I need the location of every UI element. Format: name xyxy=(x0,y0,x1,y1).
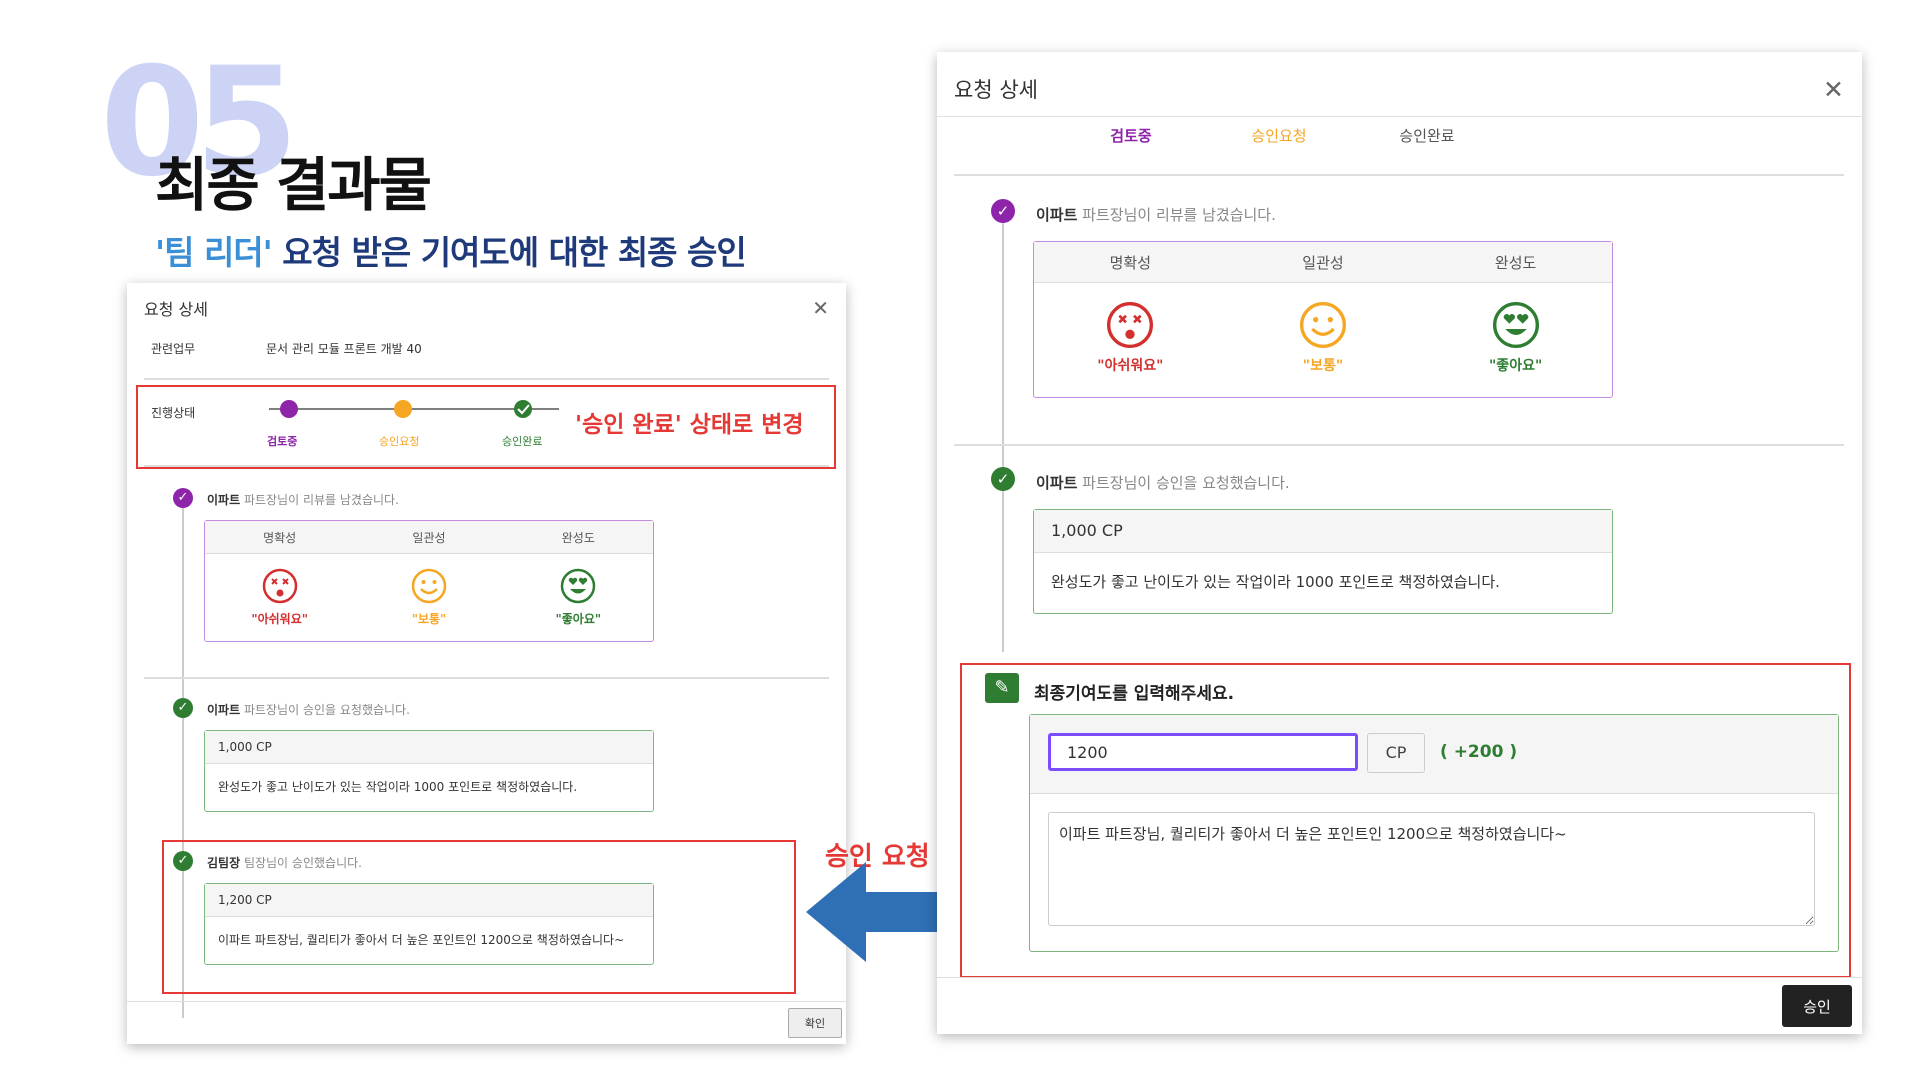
final-comment-textarea[interactable]: 이파트 파트장님, 퀄리티가 좋아서 더 높은 포인트인 1200으로 책정하였… xyxy=(1048,812,1815,926)
reviewer-name: 이파트 xyxy=(207,493,241,507)
request-card: 1,000 CP 완성도가 좋고 난이도가 있는 작업이라 1000 포인트로 … xyxy=(204,730,654,812)
left-arrow-icon xyxy=(806,862,952,962)
criteria-consistency: 일관성 xyxy=(412,530,446,545)
related-task-label: 관련업무 xyxy=(151,342,196,356)
requester-name: 이파트 xyxy=(207,703,241,717)
rating-label-good: "좋아요" xyxy=(555,612,602,626)
request-comment: 완성도가 좋고 난이도가 있는 작업이라 1000 포인트로 책정하였습니다. xyxy=(218,780,578,794)
status-tabs: 검토중 승인요청 승인완료 xyxy=(1057,125,1501,146)
request-comment: 완성도가 좋고 난이도가 있는 작업이라 1000 포인트로 책정하였습니다. xyxy=(1051,573,1500,591)
subtitle-text: 요청 받은 기여도에 대한 최종 승인 xyxy=(271,233,746,272)
check-circle-icon: ✓ xyxy=(991,199,1015,223)
criteria-clarity: 명확성 xyxy=(263,530,297,545)
points-unit: CP xyxy=(1367,733,1425,773)
criteria-completeness: 완성도 xyxy=(561,530,595,545)
check-circle-icon: ✓ xyxy=(173,488,193,508)
approver-name: 김팀장 xyxy=(207,856,241,870)
check-circle-icon: ✓ xyxy=(173,851,193,871)
tab-completed[interactable]: 승인완료 xyxy=(1353,125,1501,146)
rating-completeness: "좋아요" xyxy=(504,568,652,627)
request-entry-text: 이파트 파트장님이 승인을 요청했습니다. xyxy=(207,701,410,718)
criteria-header: 명확성 일관성 완성도 xyxy=(205,521,653,554)
rating-label-disappointing: "아쉬워요" xyxy=(1097,358,1164,374)
confirm-button[interactable]: 확인 xyxy=(788,1008,842,1038)
approval-points: 1,200 CP xyxy=(205,884,653,917)
rating-label-good: "좋아요" xyxy=(1489,358,1543,374)
request-points: 1,000 CP xyxy=(205,731,653,764)
points-input-row: CP ( +200 ) xyxy=(1030,715,1838,794)
review-card: 명확성 일관성 완성도 "아쉬워요" "보통" "좋아요" xyxy=(1033,241,1613,398)
criteria-clarity: 명확성 xyxy=(1109,253,1152,272)
rating-clarity: "아쉬워요" xyxy=(206,568,354,627)
subtitle-highlight: '팀 리더' xyxy=(155,233,273,272)
request-points: 1,000 CP xyxy=(1034,510,1612,553)
review-message: 파트장님이 리뷰를 남겼습니다. xyxy=(240,493,399,507)
request-entry-text: 이파트 파트장님이 승인을 요청했습니다. xyxy=(1036,472,1290,493)
review-entry-text: 이파트 파트장님이 리뷰를 남겼습니다. xyxy=(207,491,399,508)
request-message: 파트장님이 승인을 요청했습니다. xyxy=(240,703,410,717)
divider xyxy=(954,444,1844,446)
divider xyxy=(937,977,1862,978)
dialog-title: 요청 상세 xyxy=(954,78,1038,102)
approval-card: 1,200 CP 이파트 파트장님, 퀄리티가 좋아서 더 높은 포인트인 12… xyxy=(204,883,654,965)
approval-entry-text: 김팀장 팀장님이 승인했습니다. xyxy=(207,854,362,871)
dialog-header: 요청 상세 ✕ xyxy=(144,293,829,323)
smile-face-icon xyxy=(1299,302,1346,348)
review-entry-text: 이파트 파트장님이 리뷰를 남겼습니다. xyxy=(1036,204,1276,225)
criteria-completeness: 완성도 xyxy=(1494,253,1537,272)
rating-row: "아쉬워요" "보통" "좋아요" xyxy=(1034,283,1612,375)
final-input-card: CP ( +200 ) 이파트 파트장님, 퀄리티가 좋아서 더 높은 포인트인… xyxy=(1029,714,1839,952)
approval-message: 팀장님이 승인했습니다. xyxy=(240,856,362,870)
heart-eyes-face-icon xyxy=(1492,302,1539,348)
rating-row: "아쉬워요" "보통" "좋아요" xyxy=(205,554,653,627)
close-icon[interactable]: ✕ xyxy=(812,296,829,320)
approval-comment: 이파트 파트장님, 퀄리티가 좋아서 더 높은 포인트인 1200으로 책정하였… xyxy=(218,933,625,947)
rating-label-average: "보통" xyxy=(1302,358,1344,374)
request-card: 1,000 CP 완성도가 좋고 난이도가 있는 작업이라 1000 포인트로 … xyxy=(1033,509,1613,614)
rating-consistency: "보통" xyxy=(1228,301,1419,375)
edit-note-icon: ✎ xyxy=(985,673,1019,703)
request-message: 파트장님이 승인을 요청했습니다. xyxy=(1077,474,1290,492)
related-task-value: 문서 관리 모듈 프론트 개발 40 xyxy=(266,342,422,356)
tab-reviewing[interactable]: 검토중 xyxy=(1057,125,1205,146)
review-message: 파트장님이 리뷰를 남겼습니다. xyxy=(1077,206,1276,224)
heart-eyes-face-icon xyxy=(561,568,596,604)
dialog-title: 요청 상세 xyxy=(144,300,208,319)
divider xyxy=(144,378,829,380)
right-request-dialog: 요청 상세 ✕ 검토중 승인요청 승인완료 ✓ 이파트 파트장님이 리뷰를 남겼… xyxy=(937,52,1862,1034)
slide-subtitle: '팀 리더' 요청 받은 기여도에 대한 최종 승인 xyxy=(155,226,747,274)
divider xyxy=(144,677,829,679)
criteria-header: 명확성 일관성 완성도 xyxy=(1034,242,1612,283)
rating-completeness: "좋아요" xyxy=(1420,301,1611,375)
slide-title: 최종 결과물 xyxy=(155,151,432,219)
dizzy-face-icon xyxy=(262,568,297,604)
status-change-annotation: '승인 완료' 상태로 변경 xyxy=(575,412,804,438)
rating-consistency: "보통" xyxy=(355,568,503,627)
rating-label-disappointing: "아쉬워요" xyxy=(251,612,308,626)
criteria-consistency: 일관성 xyxy=(1302,253,1344,272)
rating-label-average: "보통" xyxy=(411,612,447,626)
divider xyxy=(954,174,1844,176)
smile-face-icon xyxy=(411,568,447,604)
divider xyxy=(127,1001,846,1002)
divider xyxy=(937,116,1862,117)
final-points-input[interactable] xyxy=(1048,733,1358,771)
points-diff: ( +200 ) xyxy=(1440,742,1518,762)
dialog-header: 요청 상세 ✕ xyxy=(954,64,1844,114)
final-input-prompt: 최종기여도를 입력해주세요. xyxy=(1034,684,1235,704)
reviewer-name: 이파트 xyxy=(1036,206,1078,224)
review-card: 명확성 일관성 완성도 "아쉬워요" "보통" "좋아요" xyxy=(204,520,654,642)
tab-requested[interactable]: 승인요청 xyxy=(1205,125,1353,146)
rating-clarity: "아쉬워요" xyxy=(1035,301,1226,375)
timeline-line xyxy=(1002,212,1004,652)
approve-button[interactable]: 승인 xyxy=(1782,985,1852,1027)
check-circle-icon: ✓ xyxy=(173,698,193,718)
close-icon[interactable]: ✕ xyxy=(1823,75,1844,104)
dizzy-face-icon xyxy=(1107,302,1154,348)
requester-name: 이파트 xyxy=(1036,474,1078,492)
check-circle-icon: ✓ xyxy=(991,467,1015,491)
